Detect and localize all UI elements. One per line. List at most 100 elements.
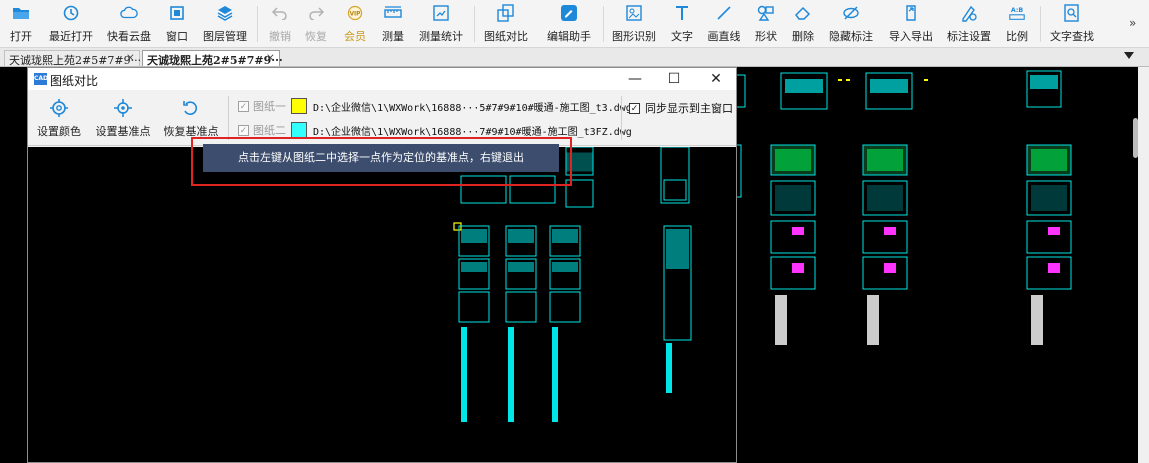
vertical-scrollbar[interactable] [1138, 67, 1149, 463]
crosshair-icon [113, 98, 133, 118]
tab-close-icon[interactable]: × [126, 51, 135, 64]
close-button[interactable]: ✕ [706, 70, 726, 88]
sync-display-option[interactable]: ✓ 同步显示到主窗口 [629, 100, 733, 116]
compare-canvas[interactable] [28, 146, 736, 462]
minimize-button[interactable]: — [625, 70, 645, 88]
vip-icon: VIP [346, 4, 364, 22]
drawing-compare-label: 图纸对比 [484, 30, 528, 43]
delete-button[interactable]: 删除 [790, 4, 816, 44]
shape-button[interactable]: 形状 [754, 4, 778, 44]
recent-open-button[interactable]: 最近打开 [48, 4, 94, 44]
text-button[interactable]: 文字 [670, 4, 694, 44]
set-color-label: 设置颜色 [37, 125, 81, 138]
line-icon [715, 4, 733, 22]
folder-open-icon [12, 4, 30, 22]
text-search-button[interactable]: 文字查找 [1049, 4, 1095, 44]
redo-label: 恢复 [305, 30, 327, 43]
sync-checkbox[interactable]: ✓ [629, 102, 640, 114]
hide-annotation-button[interactable]: 隐藏标注 [828, 4, 874, 44]
file2-path: D:\企业微信\1\WXWork\16888···7#9#10#暖通-施工图_t… [313, 126, 632, 138]
window-button[interactable]: 窗口 [165, 4, 189, 44]
annotation-settings-button[interactable]: 标注设置 [946, 4, 992, 44]
vip-button[interactable]: VIP 会员 [340, 4, 370, 44]
restore-base-point-button[interactable]: 恢复基准点 [162, 98, 220, 139]
scale-button[interactable]: A:B 比例 [1004, 4, 1030, 44]
maximize-button[interactable]: ☐ [664, 70, 684, 88]
layer-manage-label: 图层管理 [203, 30, 247, 43]
file1-color-swatch[interactable] [291, 98, 307, 114]
measure-stats-button[interactable]: 测量统计 [418, 4, 464, 44]
sheet-column-right-2 [862, 144, 908, 345]
scale-label: 比例 [1006, 30, 1028, 43]
restore-icon [181, 98, 201, 118]
hide-annotation-icon [842, 4, 860, 22]
drawing-compare-dialog: CAD 图纸对比 — ☐ ✕ 设置颜色 设置基准点 恢复基准点 ✓ 图纸一 D:… [27, 67, 737, 463]
shape-recognize-button[interactable]: 图形识别 [611, 4, 657, 44]
measure-button[interactable]: 测量 [380, 4, 406, 44]
dialog-divider [621, 96, 622, 140]
file1-checkbox[interactable]: ✓ [238, 100, 249, 112]
tab-label: 天诚珑熙上苑2#5#7#9··· [9, 54, 142, 67]
measure-stats-icon [432, 4, 450, 22]
toolbar-divider [474, 6, 475, 42]
draw-line-label: 画直线 [707, 30, 741, 43]
document-tab-bar: 天诚珑熙上苑2#5#7#9··· × 天诚珑熙上苑2#5#7#9··· × [0, 48, 1149, 67]
open-button[interactable]: 打开 [8, 4, 34, 44]
file-row-1: ✓ 图纸一 D:\企业微信\1\WXWork\16888···5#7#9#10#… [238, 97, 632, 115]
tab-drawing-2[interactable]: 天诚珑熙上苑2#5#7#9··· × [142, 50, 283, 67]
layers-icon [216, 4, 234, 22]
file2-checkbox[interactable]: ✓ [238, 124, 249, 136]
scrollbar-thumb[interactable] [1133, 118, 1138, 158]
eraser-icon [794, 4, 812, 22]
shape-icon [757, 4, 775, 22]
drawing-compare-button[interactable]: 图纸对比 [483, 4, 529, 44]
set-base-point-label: 设置基准点 [95, 125, 151, 138]
open-label: 打开 [10, 30, 32, 43]
recent-clock-icon [62, 4, 80, 22]
tab-close-icon[interactable]: × [266, 51, 275, 64]
window-icon [168, 4, 186, 22]
edit-assistant-button[interactable]: 编辑助手 [546, 4, 592, 44]
undo-label: 撤销 [269, 30, 291, 43]
shape-recognize-icon [625, 4, 643, 22]
app-window: 打开 最近打开 快看云盘 窗口 图层管理 撤销 恢复 VIP 会员 测量 测量统… [0, 0, 1149, 463]
scale-badge: A:B [1011, 7, 1024, 14]
shape-recognize-label: 图形识别 [612, 30, 656, 43]
edit-assistant-icon [560, 4, 578, 22]
redo-button[interactable]: 恢复 [301, 4, 331, 44]
set-base-point-button[interactable]: 设置基准点 [94, 98, 152, 139]
floor-plan-row-top [734, 70, 1062, 110]
ruler-icon [384, 4, 402, 22]
tab-drawing-1[interactable]: 天诚珑熙上苑2#5#7#9··· × [4, 50, 142, 67]
tab-list-dropdown-icon[interactable] [1124, 52, 1134, 59]
text-search-label: 文字查找 [1050, 30, 1094, 43]
draw-line-button[interactable]: 画直线 [706, 4, 742, 44]
sheet-column-right-1 [734, 144, 816, 345]
tab-label: 天诚珑熙上苑2#5#7#9··· [147, 54, 283, 67]
layer-manage-button[interactable]: 图层管理 [202, 4, 248, 44]
file2-label: 图纸二 [253, 124, 286, 137]
cloud-disk-label: 快看云盘 [107, 30, 151, 43]
palette-gear-icon [49, 98, 69, 118]
cloud-disk-button[interactable]: 快看云盘 [106, 4, 152, 44]
import-export-icon [902, 4, 920, 22]
import-export-label: 导入导出 [889, 30, 933, 43]
compare-icon [497, 4, 515, 22]
measure-label: 测量 [382, 30, 404, 43]
toolbar-overflow-button[interactable]: » [1129, 16, 1136, 30]
text-search-icon [1063, 4, 1081, 22]
app-logo-icon: CAD [34, 73, 48, 85]
shape-label: 形状 [755, 30, 777, 43]
set-color-button[interactable]: 设置颜色 [36, 98, 82, 139]
dialog-title-bar[interactable]: CAD 图纸对比 — ☐ ✕ [28, 68, 736, 90]
import-export-button[interactable]: 导入导出 [888, 4, 934, 44]
text-t-icon [673, 4, 691, 22]
window-label: 窗口 [166, 30, 188, 43]
compare-drawing-svg [453, 146, 692, 422]
lower-sheet-columns [458, 225, 692, 341]
sync-label: 同步显示到主窗口 [645, 102, 733, 115]
recent-open-label: 最近打开 [49, 30, 93, 43]
main-toolbar: 打开 最近打开 快看云盘 窗口 图层管理 撤销 恢复 VIP 会员 测量 测量统… [0, 0, 1149, 48]
undo-button[interactable]: 撤销 [265, 4, 295, 44]
file2-color-swatch[interactable] [291, 122, 307, 138]
